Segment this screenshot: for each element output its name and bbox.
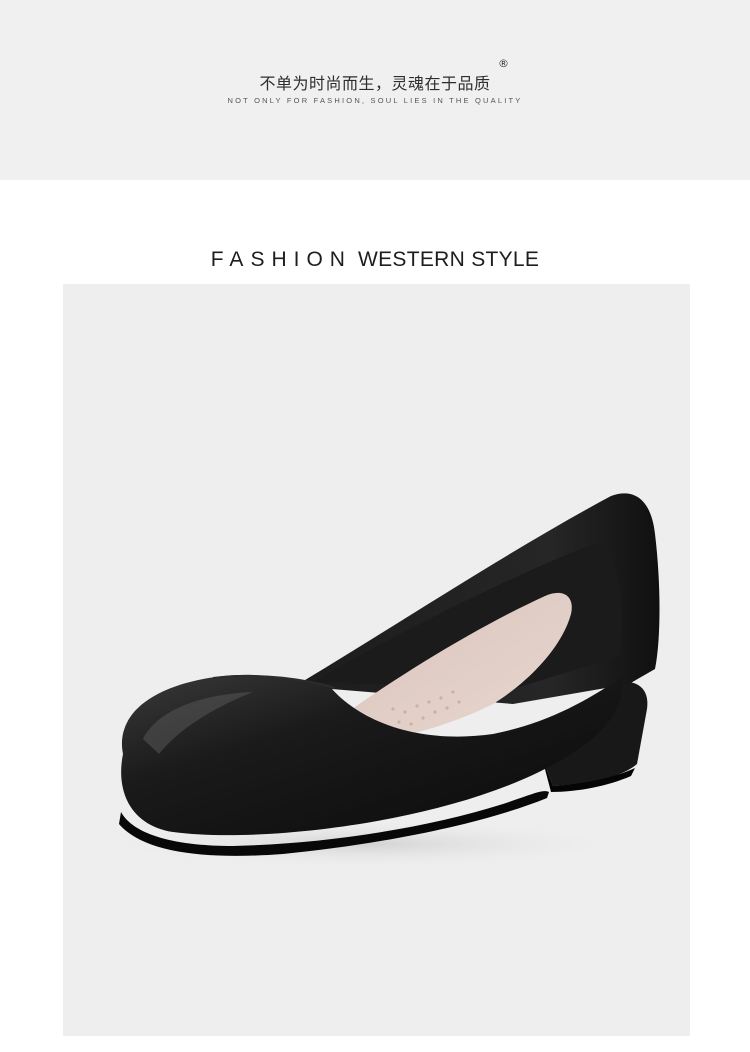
black-leather-pump-shoe-icon	[93, 493, 660, 869]
section-title: FASHION WESTERN STYLE	[0, 248, 750, 272]
section-title-western-style: WESTERN STYLE	[357, 248, 540, 271]
registered-trademark-mark: ®	[498, 57, 509, 70]
brand-slogan-chinese: 不单为时尚而生，灵魂在于品质	[259, 74, 491, 93]
brand-slogan-english: NOT ONLY FOR FASHION, SOUL LIES IN THE Q…	[227, 96, 523, 105]
section-title-fashion: FASHION	[210, 248, 352, 271]
product-image	[63, 284, 690, 1036]
